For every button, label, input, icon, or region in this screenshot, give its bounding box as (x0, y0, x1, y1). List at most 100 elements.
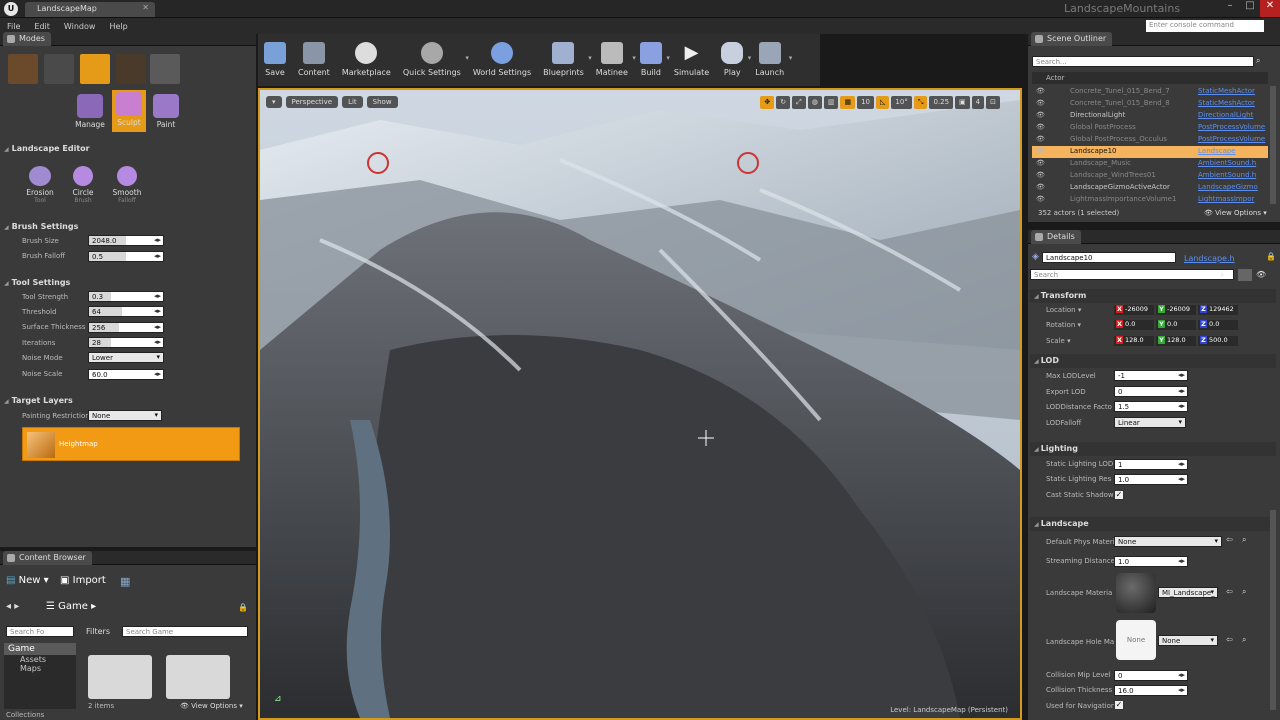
camera-speed-icon[interactable]: ▣ (955, 96, 970, 109)
heightmap-layer[interactable]: Heightmap (22, 427, 240, 461)
spinner-icon[interactable]: ◂▸ (154, 252, 161, 260)
used-for-navigation-checkbox[interactable]: ✓ (1114, 700, 1124, 710)
level-viewport[interactable]: ▾ Perspective Lit Show ✥ ↻ ⤢ ◍ ▥ ▦ 10 ◺ … (258, 88, 1022, 720)
actor-name-field[interactable]: Landscape10 (1042, 252, 1176, 263)
landscape-mode-icon[interactable] (80, 54, 110, 84)
location-z[interactable]: Z 129462 (1198, 305, 1238, 315)
phys-material-select[interactable]: None (1114, 536, 1222, 547)
rotation-snap-value[interactable]: 10° (891, 96, 912, 109)
scale-snap-value[interactable]: 0.25 (929, 96, 954, 109)
folder-thumbnail[interactable] (88, 655, 152, 699)
threshold-field[interactable]: 64 ◂▸ (88, 306, 164, 317)
scale-z[interactable]: Z 500.0 (1198, 336, 1238, 346)
actor-type-link[interactable]: LightmassImpor (1198, 195, 1254, 203)
outliner-scrollbar[interactable] (1270, 86, 1276, 204)
browse-icon[interactable]: ⌕ (1242, 587, 1246, 597)
scale-y[interactable]: Y 128.0 (1156, 336, 1196, 346)
browse-icon[interactable]: ⌕ (1242, 535, 1246, 545)
translate-icon[interactable]: ✥ (760, 96, 775, 109)
max-lod-field[interactable]: -1 ◂▸ (1114, 370, 1188, 381)
rotation-label[interactable]: Rotation ▾ (1046, 321, 1081, 329)
landscape-hole-select[interactable]: None (1158, 635, 1218, 646)
spinner-icon[interactable]: ◂▸ (1178, 557, 1185, 565)
spinner-icon[interactable]: ◂▸ (1178, 460, 1185, 468)
perspective-button[interactable]: Perspective (285, 96, 339, 108)
smooth-falloff-button[interactable]: Smooth Falloff (110, 164, 144, 208)
quick-settings-button[interactable]: Quick Settings ▾ (397, 34, 469, 86)
paint-button[interactable]: Paint (149, 92, 183, 132)
spinner-icon[interactable]: ◂▸ (1178, 371, 1185, 379)
noise-scale-field[interactable]: 60.0 ◂▸ (88, 369, 164, 380)
spinner-icon[interactable]: ◂▸ (1178, 686, 1185, 694)
visibility-icon[interactable]: 👁 (1256, 270, 1266, 279)
outliner-row[interactable]: 👁 Landscape10 Landscape (1032, 146, 1268, 158)
menu-window[interactable]: Window (57, 22, 103, 31)
show-button[interactable]: Show (366, 96, 398, 108)
maximize-viewport-icon[interactable]: ⊡ (986, 96, 1000, 109)
browse-icon[interactable]: ⌕ (1242, 635, 1246, 645)
actor-type-link[interactable]: StaticMeshActor (1198, 99, 1255, 107)
world-settings-button[interactable]: World Settings (467, 34, 537, 86)
lock-icon[interactable]: 🔒 (238, 603, 248, 612)
new-button[interactable]: ▤ New ▾ (6, 575, 49, 586)
outliner-row[interactable]: 👁 LandscapeGizmoActiveActor LandscapeGizmo (1032, 182, 1268, 194)
simulate-button[interactable]: ▶ Simulate (668, 34, 715, 86)
landscape-section[interactable]: Landscape (1030, 517, 1276, 531)
visibility-icon[interactable]: 👁 (1036, 147, 1045, 155)
actor-type-link[interactable]: AmbientSound.h (1198, 171, 1256, 179)
property-matrix-icon[interactable] (1238, 269, 1252, 281)
maximize-icon[interactable]: □ (1240, 0, 1260, 17)
tool-strength-field[interactable]: 0.3 ◂▸ (88, 291, 164, 302)
save-all-icon[interactable]: ▦ (120, 575, 130, 588)
spinner-icon[interactable]: ◂▸ (154, 236, 161, 244)
outliner-row[interactable]: 👁 DirectionalLight DirectionalLight (1032, 110, 1268, 122)
actor-type-link[interactable]: StaticMeshActor (1198, 87, 1255, 95)
content-button[interactable]: Content (292, 34, 336, 86)
rotation-z[interactable]: Z 0.0 (1198, 320, 1238, 330)
console-command-input[interactable]: Enter console command (1146, 20, 1264, 32)
export-lod-field[interactable]: 0 ◂▸ (1114, 386, 1188, 397)
dropdown-arrow-icon[interactable]: ▾ (789, 54, 793, 62)
outliner-row[interactable]: 👁 Landscape_Music AmbientSound.h (1032, 158, 1268, 170)
rotate-icon[interactable]: ↻ (776, 96, 791, 109)
grid-snap-value[interactable]: 10 (857, 96, 875, 109)
path-breadcrumb[interactable]: ☰ Game ▸ (46, 601, 96, 612)
scale-x[interactable]: X 128.0 (1114, 336, 1154, 346)
grid-snap-icon[interactable]: ▦ (840, 96, 856, 109)
lighting-section[interactable]: Lighting (1030, 442, 1276, 456)
actor-type-link[interactable]: Landscape (1198, 147, 1236, 155)
brush-settings-header[interactable]: Brush Settings (4, 222, 79, 231)
rotation-x[interactable]: X 0.0 (1114, 320, 1154, 330)
cast-static-shadow-checkbox[interactable]: ✓ (1114, 490, 1124, 500)
menu-file[interactable]: File (0, 22, 27, 31)
save-button[interactable]: Save (258, 34, 292, 86)
spinner-icon[interactable]: ◂▸ (154, 307, 161, 315)
close-window-icon[interactable]: ✕ (1260, 0, 1280, 17)
folder-thumbnail[interactable] (166, 655, 230, 699)
painting-restriction-select[interactable]: None (88, 410, 162, 421)
scale-snap-icon[interactable]: ⤡ (913, 96, 928, 109)
iterations-field[interactable]: 28 ◂▸ (88, 337, 164, 348)
static-lighting-lod-field[interactable]: 1 ◂▸ (1114, 459, 1188, 470)
sculpt-button[interactable]: Sculpt (112, 90, 146, 132)
foliage-mode-icon[interactable] (116, 54, 146, 84)
close-tab-icon[interactable]: ✕ (142, 3, 149, 12)
blueprints-button[interactable]: Blueprints ▾ (537, 34, 592, 86)
details-scrollbar[interactable] (1270, 510, 1276, 710)
scale-label[interactable]: Scale ▾ (1046, 337, 1071, 345)
noise-mode-select[interactable]: Lower (88, 352, 164, 363)
search-game-input[interactable]: Search Game (122, 626, 248, 637)
lod-distance-field[interactable]: 1.5 ◂▸ (1114, 401, 1188, 412)
visibility-icon[interactable]: 👁 (1036, 171, 1045, 179)
landscape-material-select[interactable]: MI_Landscape_ (1158, 587, 1218, 598)
erosion-tool-button[interactable]: Erosion Tool (22, 164, 58, 208)
outliner-row[interactable]: 👁 Landscape_WindTrees01 AmbientSound.h (1032, 170, 1268, 182)
visibility-icon[interactable]: 👁 (1036, 87, 1045, 95)
lod-section[interactable]: LOD (1030, 354, 1276, 368)
tab-details[interactable]: Details (1031, 230, 1081, 244)
static-lighting-res-field[interactable]: 1.0 ◂▸ (1114, 474, 1188, 485)
outliner-view-options[interactable]: 👁 View Options ▾ (1204, 209, 1267, 217)
visibility-icon[interactable]: 👁 (1036, 99, 1045, 107)
spinner-icon[interactable]: ◂▸ (1178, 475, 1185, 483)
surface-snap-icon[interactable]: ▥ (823, 96, 839, 109)
